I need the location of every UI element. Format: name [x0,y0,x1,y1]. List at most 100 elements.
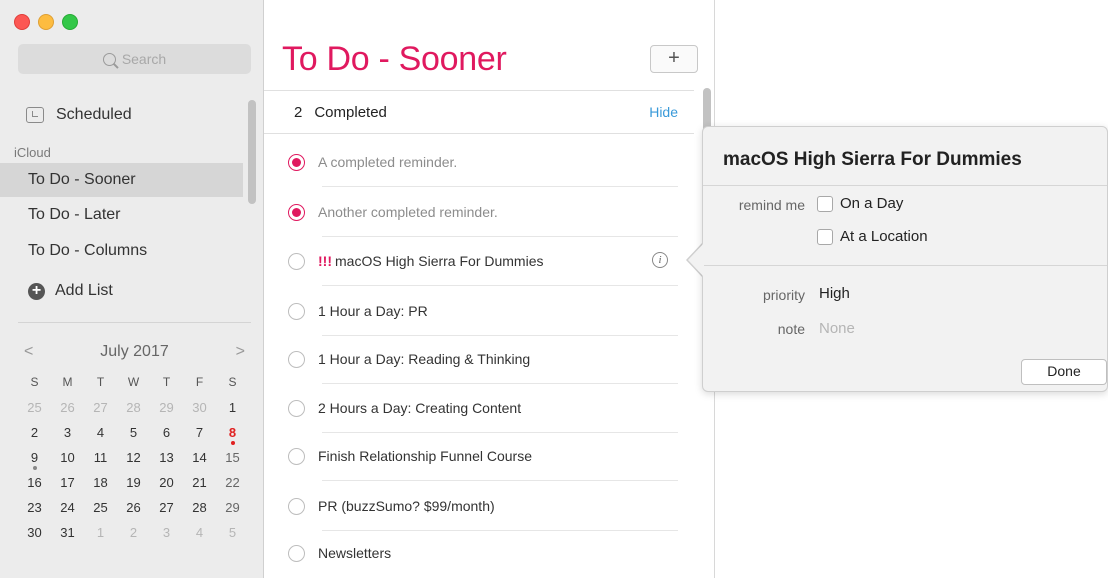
reminder-text: Another completed reminder. [318,204,498,220]
calendar-day[interactable]: 1 [84,525,117,540]
search-input[interactable]: Search [18,44,251,74]
close-window-button[interactable] [14,14,30,30]
calendar-day[interactable]: 16 [18,475,51,490]
calendar-day[interactable]: 15 [216,450,249,465]
zoom-window-button[interactable] [62,14,78,30]
calendar-day[interactable]: 17 [51,475,84,490]
calendar-day[interactable]: 28 [183,500,216,515]
reminder-checkbox[interactable] [288,302,305,320]
calendar-day[interactable]: 25 [18,400,51,415]
reminders-window: Search Scheduled iCloud To Do - Sooner T… [0,0,715,578]
calendar-day[interactable]: 1 [216,400,249,415]
reminder-checkbox[interactable] [288,497,305,515]
calendar-day[interactable]: 24 [51,500,84,515]
calendar-day[interactable]: 27 [150,500,183,515]
list-item[interactable]: !!! macOS High Sierra For Dummies i [264,236,694,286]
sidebar-item-label: Scheduled [56,106,132,123]
list-item[interactable]: 1 Hour a Day: Reading & Thinking [264,334,694,384]
calendar-week-row: 25 26 27 28 29 30 1 [18,397,251,417]
reminder-checkbox[interactable] [288,350,305,368]
list-item[interactable]: PR (buzzSumo? $99/month) [264,481,694,531]
sidebar-item-label: To Do - Columns [28,242,148,259]
sidebar-scrollbar[interactable] [248,100,256,204]
calendar-day[interactable]: 5 [117,425,150,440]
add-list-button[interactable]: + Add List [28,282,113,300]
reminder-checkbox[interactable] [288,447,305,465]
at-a-location-checkbox[interactable]: At a Location [817,228,928,245]
calendar-day[interactable]: 19 [117,475,150,490]
window-controls [14,14,78,30]
calendar-day[interactable]: 29 [150,400,183,415]
sidebar-item-scheduled[interactable]: Scheduled [0,98,243,132]
calendar-day[interactable]: 4 [183,525,216,540]
calendar-week-row: 23 24 25 26 27 28 29 [18,497,251,517]
calendar-day[interactable]: 10 [51,450,84,465]
calendar-day[interactable]: 30 [183,400,216,415]
reminders-list-pane: To Do - Sooner + 2 Completed Hide A comp… [264,0,714,578]
reminder-checkbox[interactable] [288,399,305,417]
list-item[interactable]: 2 Hours a Day: Creating Content [264,383,694,433]
calendar-day[interactable]: 26 [117,500,150,515]
priority-marker: !!! [318,253,332,269]
on-a-day-checkbox[interactable]: On a Day [817,195,903,212]
calendar-day[interactable]: 2 [117,525,150,540]
weekday-label: T [96,375,105,389]
calendar-prev-button[interactable]: < [18,343,39,361]
list-item[interactable]: Finish Relationship Funnel Course [264,431,694,481]
calendar-day[interactable]: 3 [51,425,84,440]
divider [18,322,251,323]
list-item[interactable]: A completed reminder. [264,137,694,187]
completed-checkbox[interactable] [288,153,305,171]
calendar-day[interactable]: 4 [84,425,117,440]
calendar-day[interactable]: 22 [216,475,249,490]
calendar-day[interactable]: 12 [117,450,150,465]
weekday-label: T [162,375,171,389]
calendar-next-button[interactable]: > [230,343,251,361]
sidebar-group-label: iCloud [14,145,51,160]
calendar-day[interactable]: 25 [84,500,117,515]
priority-label: priority [762,287,805,303]
minimize-window-button[interactable] [38,14,54,30]
note-field[interactable]: None [819,320,855,337]
calendar-day[interactable]: 31 [51,525,84,540]
at-a-location-label: At a Location [840,228,928,245]
calendar-day[interactable]: 7 [183,425,216,440]
calendar-day[interactable]: 2 [18,425,51,440]
calendar-day[interactable]: 27 [84,400,117,415]
calendar-day[interactable]: 9 [18,450,51,470]
priority-value[interactable]: High [819,285,850,302]
done-button[interactable]: Done [1021,359,1107,385]
completed-count: 2 [294,103,303,121]
sidebar-item-to-do-columns[interactable]: To Do - Columns [0,234,243,268]
calendar-grid: S M T W T F S 25 26 27 28 29 30 1 2 3 4 [18,372,251,547]
completed-checkbox[interactable] [288,203,305,221]
info-icon[interactable]: i [652,252,668,268]
calendar-day[interactable]: 28 [117,400,150,415]
add-reminder-button[interactable]: + [650,45,698,73]
list-item[interactable]: Newsletters [264,528,694,578]
calendar-week-row: 2 3 4 5 6 7 8 [18,422,251,445]
list-item[interactable]: Another completed reminder. [264,187,694,237]
calendar-day[interactable]: 23 [18,500,51,515]
calendar-day[interactable]: 20 [150,475,183,490]
calendar-day[interactable]: 5 [216,525,249,540]
completed-header: 2 Completed Hide [264,90,694,134]
calendar-day[interactable]: 29 [216,500,249,515]
calendar-day[interactable]: 30 [18,525,51,540]
sidebar-item-to-do-later[interactable]: To Do - Later [0,198,243,232]
note-label: note [777,321,805,337]
hide-completed-button[interactable]: Hide [649,104,678,120]
calendar-day[interactable]: 18 [84,475,117,490]
calendar-day-today[interactable]: 8 [216,425,249,445]
calendar-day[interactable]: 6 [150,425,183,440]
sidebar-item-to-do-sooner[interactable]: To Do - Sooner [0,163,243,197]
calendar-day[interactable]: 11 [84,450,117,465]
reminder-checkbox[interactable] [288,544,305,562]
calendar-day[interactable]: 13 [150,450,183,465]
calendar-day[interactable]: 3 [150,525,183,540]
calendar-day[interactable]: 21 [183,475,216,490]
list-item[interactable]: 1 Hour a Day: PR [264,286,694,336]
reminder-checkbox[interactable] [288,252,305,270]
calendar-day[interactable]: 14 [183,450,216,465]
calendar-day[interactable]: 26 [51,400,84,415]
